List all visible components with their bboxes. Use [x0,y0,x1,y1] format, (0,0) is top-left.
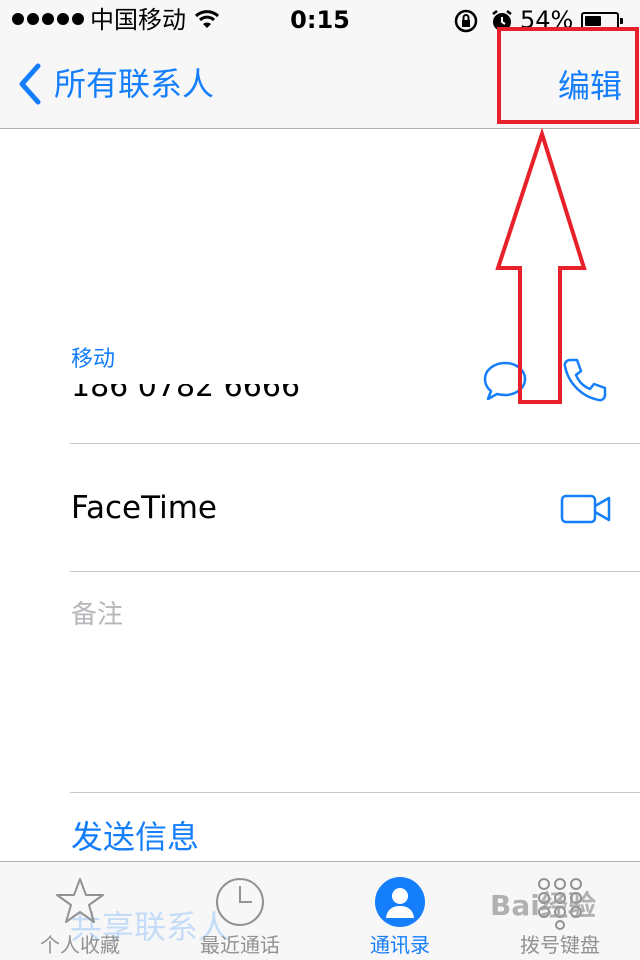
row-divider [70,443,640,444]
contacts-icon [375,877,425,927]
phone-type-label: 移动 [71,347,116,372]
watermark: Bai经验 [490,889,596,922]
facetime-label: FaceTime [71,490,217,526]
row-divider [70,792,640,793]
chevron-left-icon [19,63,41,105]
phone-number-text: 186 0782 6666 [71,384,301,404]
star-icon [56,878,104,923]
notes-field[interactable]: 备注 [71,598,123,632]
tab-favorites[interactable]: 个人收藏 [0,862,160,960]
annotation-highlight-box [497,27,639,124]
clock-icon [216,878,264,926]
orientation-lock-icon [454,9,478,33]
tab-label: 拨号键盘 [520,933,600,957]
send-message-button[interactable]: 发送信息 [71,816,199,858]
tab-recents[interactable]: 最近通话 [160,862,320,960]
video-camera-icon[interactable] [560,494,612,524]
back-button-label: 所有联系人 [54,65,215,103]
tab-label: 最近通话 [200,933,280,957]
back-button[interactable]: 所有联系人 [14,62,214,106]
tab-label: 通讯录 [370,933,430,957]
annotation-arrow-icon [495,128,587,404]
phone-number[interactable]: 186 0782 6666 [71,384,471,418]
tab-contacts[interactable]: 通讯录 [320,862,480,960]
tab-label: 个人收藏 [40,933,120,957]
row-divider [70,571,640,572]
